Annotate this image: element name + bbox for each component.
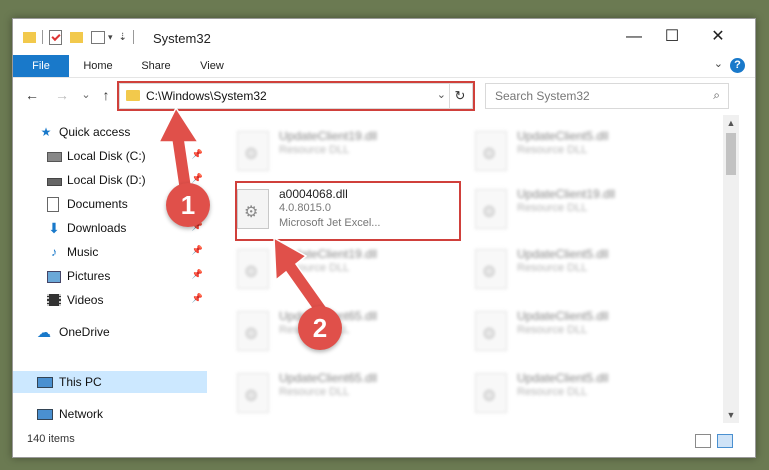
- step-2-badge: 2: [298, 306, 342, 350]
- step-1-badge: 1: [166, 183, 210, 227]
- annotation-arrows: [157, 106, 332, 322]
